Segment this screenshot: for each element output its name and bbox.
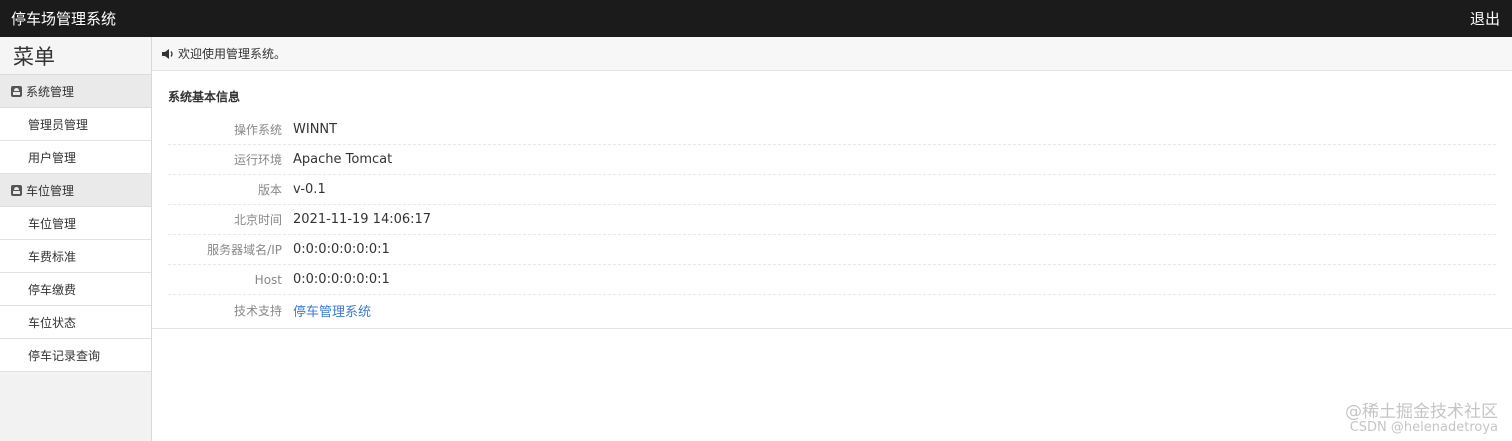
menu-group-label: 车位管理 <box>26 183 75 198</box>
menu-group-label: 系统管理 <box>26 84 75 99</box>
welcome-bar: 欢迎使用管理系统。 <box>152 37 1512 71</box>
menu-group-system[interactable]: 系统管理 <box>0 75 151 108</box>
speaker-icon <box>162 48 173 59</box>
panel-title: 系统基本信息 <box>168 90 241 104</box>
info-row-os: 操作系统 WINNT <box>168 115 1496 145</box>
menu-title: 菜单 <box>0 37 151 75</box>
sidebar-item-parking-payment[interactable]: 停车缴费 <box>0 273 151 306</box>
tech-support-link[interactable]: 停车管理系统 <box>293 301 371 320</box>
info-value: 0:0:0:0:0:0:0:1 <box>293 242 390 257</box>
info-row-beijing-time: 北京时间 2021-11-19 14:06:17 <box>168 205 1496 235</box>
info-value: 0:0:0:0:0:0:0:1 <box>293 272 390 287</box>
contact-book-icon <box>11 184 22 196</box>
sidebar-item-admin-management[interactable]: 管理员管理 <box>0 108 151 141</box>
info-label: 技术支持 <box>233 303 282 318</box>
info-row-host: Host 0:0:0:0:0:0:0:1 <box>168 265 1496 295</box>
info-label: 运行环境 <box>233 153 282 167</box>
app-title: 停车场管理系统 <box>11 10 117 28</box>
info-label: 北京时间 <box>233 213 282 227</box>
top-navbar: 停车场管理系统 退出 <box>0 0 1512 37</box>
contact-book-icon <box>11 85 22 97</box>
info-label: 操作系统 <box>233 123 282 137</box>
info-row-tech-support: 技术支持 停车管理系统 <box>168 295 1496 325</box>
info-value: 2021-11-19 14:06:17 <box>293 212 432 227</box>
info-row-runtime: 运行环境 Apache Tomcat <box>168 145 1496 175</box>
info-value: v-0.1 <box>293 182 326 197</box>
info-row-version: 版本 v-0.1 <box>168 175 1496 205</box>
info-label: Host <box>254 272 282 287</box>
sidebar-item-space-status[interactable]: 车位状态 <box>0 306 151 339</box>
sidebar-item-space-management[interactable]: 车位管理 <box>0 207 151 240</box>
sidebar-item-fee-standard[interactable]: 车费标准 <box>0 240 151 273</box>
main-content: 欢迎使用管理系统。 系统基本信息 操作系统 WINNT 运行环境 Apache … <box>152 37 1512 441</box>
welcome-text: 欢迎使用管理系统。 <box>178 47 287 61</box>
info-label: 版本 <box>257 183 282 197</box>
sidebar-item-user-management[interactable]: 用户管理 <box>0 141 151 174</box>
info-value: Apache Tomcat <box>293 152 393 167</box>
sidebar: 菜单 系统管理 管理员管理 用户管理 车位管理 车位管理 车费标准 停车缴费 车… <box>0 37 152 441</box>
info-label: 服务器域名/IP <box>207 243 282 257</box>
info-row-server-ip: 服务器域名/IP 0:0:0:0:0:0:0:1 <box>168 235 1496 265</box>
menu-group-parking[interactable]: 车位管理 <box>0 174 151 207</box>
logout-button[interactable]: 退出 <box>1470 8 1500 29</box>
sidebar-item-parking-records[interactable]: 停车记录查询 <box>0 339 151 372</box>
info-value: WINNT <box>293 122 338 137</box>
system-info-panel: 系统基本信息 操作系统 WINNT 运行环境 Apache Tomcat 版本 … <box>152 71 1512 329</box>
